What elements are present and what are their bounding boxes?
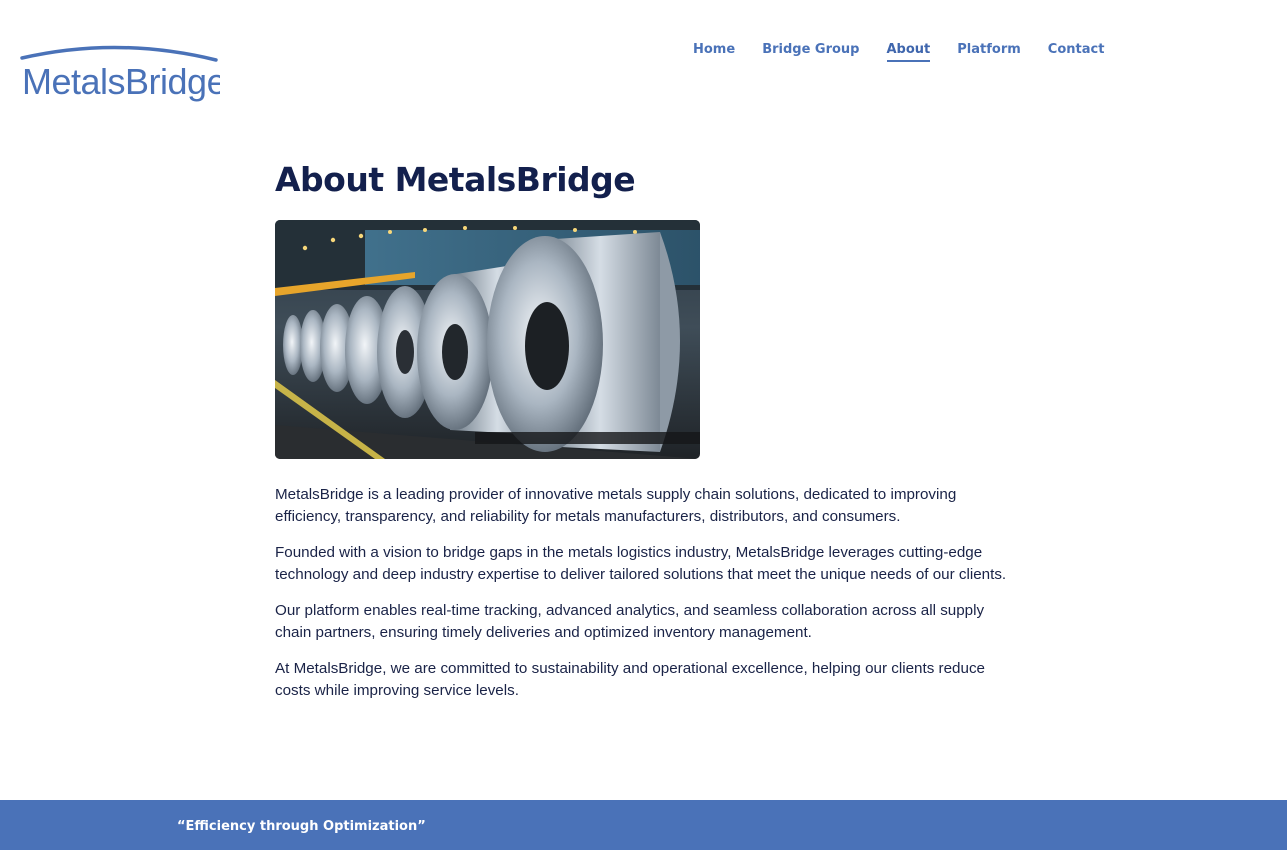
site-header: MetalsBridge Home Bridge Group About Pla… — [0, 0, 1287, 120]
nav-bridge-group[interactable]: Bridge Group — [762, 42, 859, 60]
logo-graphic: MetalsBridge — [20, 45, 220, 102]
about-section: About MetalsBridge MetalsBridge is a lea… — [275, 158, 1020, 716]
about-paragraph: Founded with a vision to bridge gaps in … — [275, 544, 1007, 583]
page-title: About MetalsBridge — [275, 160, 636, 199]
steel-coils-image — [275, 220, 700, 459]
nav-platform[interactable]: Platform — [957, 42, 1021, 60]
tagline: “Efficiency through Optimization” — [177, 819, 426, 834]
main-nav: Home Bridge Group About Platform Contact — [693, 42, 1104, 62]
metalsbridge-logo[interactable]: MetalsBridge — [20, 38, 220, 102]
svg-text:MetalsBridge: MetalsBridge — [22, 61, 220, 102]
nav-home[interactable]: Home — [693, 42, 735, 60]
nav-contact[interactable]: Contact — [1048, 42, 1105, 60]
tagline-band: “Efficiency through Optimization” — [0, 800, 1287, 850]
about-paragraph: Our platform enables real-time tracking,… — [275, 602, 985, 641]
about-copy: MetalsBridge is a leading provider of in… — [275, 484, 1020, 702]
nav-about[interactable]: About — [886, 42, 931, 62]
about-paragraph: MetalsBridge is a leading provider of in… — [275, 486, 957, 525]
about-paragraph: At MetalsBridge, we are committed to sus… — [275, 660, 985, 699]
